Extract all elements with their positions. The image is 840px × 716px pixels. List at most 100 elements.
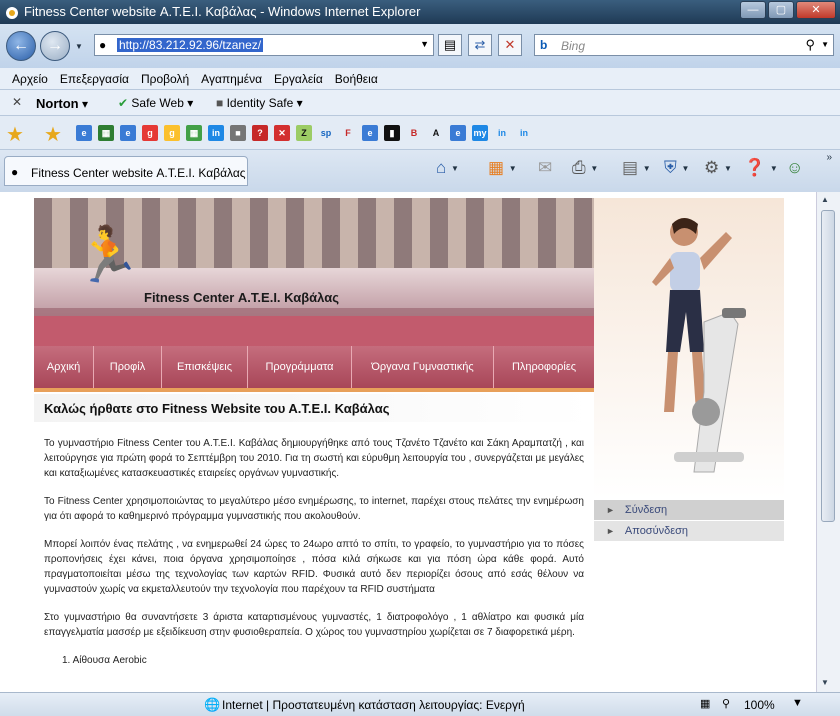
link-icon[interactable]: ✕ xyxy=(274,125,290,141)
feeds-button[interactable]: ▦ ▼ xyxy=(488,158,517,182)
menu-bar: Αρχείο Επεξεργασία Προβολή Αγαπημένα Εργ… xyxy=(0,68,840,90)
maximize-button[interactable]: ▢ xyxy=(768,1,794,19)
dropdown-icon: ▼ xyxy=(508,164,517,174)
scroll-down-icon[interactable]: ▼ xyxy=(821,678,829,687)
ie-link-icon[interactable]: e xyxy=(450,125,466,141)
page-favicon-icon: ● xyxy=(99,38,107,52)
header-band xyxy=(34,316,594,346)
browser-window: Fitness Center website Α.Τ.Ε.Ι. Καβάλας … xyxy=(0,0,840,716)
minimize-button[interactable]: — xyxy=(740,1,766,19)
google-link-icon[interactable]: g xyxy=(142,125,158,141)
search-box[interactable]: b Bing ⚲ ▼ xyxy=(534,34,834,56)
side-menu: ► Σύνδεση ► Αποσύνδεση xyxy=(594,500,784,542)
login-link[interactable]: ► Σύνδεση xyxy=(594,500,784,520)
refresh-button[interactable]: ⇄ xyxy=(468,34,492,56)
forward-button[interactable]: → xyxy=(40,31,70,61)
link-icon[interactable]: ? xyxy=(252,125,268,141)
ie-link-icon[interactable]: e xyxy=(362,125,378,141)
nav-visits[interactable]: Επισκέψεις xyxy=(162,346,248,388)
norton-menu[interactable]: Norton ▾ xyxy=(36,96,88,111)
address-bar[interactable]: ● http://83.212.92.96/tzanez/ ▼ xyxy=(94,34,434,56)
login-label: Σύνδεση xyxy=(624,504,668,516)
favorites-star-icon[interactable]: ★ xyxy=(6,122,24,147)
link-icon[interactable]: ▮ xyxy=(384,125,400,141)
safe-web-menu[interactable]: ✔ Safe Web ▾ xyxy=(118,96,193,110)
identity-safe-label: Identity Safe xyxy=(226,96,294,110)
help-button[interactable]: ❓ ▼ xyxy=(744,158,778,182)
safety-button[interactable]: ⛨ ▼ xyxy=(664,158,689,182)
nav-info[interactable]: Πληροφορίες xyxy=(494,346,594,388)
ie-link-icon[interactable]: e xyxy=(76,125,92,141)
search-dropdown-icon[interactable]: ▼ xyxy=(821,40,829,49)
vertical-scrollbar[interactable]: ▲ ▼ xyxy=(816,192,840,692)
link-icon[interactable]: ■ xyxy=(230,125,246,141)
history-dropdown-icon[interactable]: ▼ xyxy=(75,42,83,51)
tools-button[interactable]: ⚙ ▼ xyxy=(704,158,732,182)
mail-icon: ✉ xyxy=(538,158,553,177)
compatibility-view-button[interactable]: ▤ xyxy=(438,34,462,56)
logout-link[interactable]: ► Αποσύνδεση xyxy=(594,521,784,541)
nav-home[interactable]: Αρχική xyxy=(34,346,94,388)
mail-button[interactable]: ✉ xyxy=(538,158,552,182)
close-button[interactable]: ✕ xyxy=(796,1,836,19)
nav-equipment[interactable]: Όργανα Γυμναστικής xyxy=(352,346,494,388)
dropdown-icon[interactable]: ▼ xyxy=(792,697,803,709)
my-link-icon[interactable]: my xyxy=(472,125,488,141)
zoom-level[interactable]: 100% xyxy=(744,698,775,712)
page-button[interactable]: ▤ ▼ xyxy=(622,158,651,182)
dropdown-icon: ▼ xyxy=(769,164,778,174)
protected-mode-icon[interactable]: ▦ xyxy=(700,697,710,710)
close-toolbar-icon[interactable]: ✕ xyxy=(12,95,22,109)
zoom-icon[interactable]: ⚲ xyxy=(722,697,730,710)
home-icon: ⌂ xyxy=(436,158,447,177)
google-link-icon[interactable]: g xyxy=(164,125,180,141)
link-icon[interactable]: B xyxy=(406,125,422,141)
menu-favorites[interactable]: Αγαπημένα xyxy=(195,68,268,89)
runner-logo-icon: 🏃 xyxy=(74,225,142,285)
link-icon[interactable]: ▦ xyxy=(98,125,114,141)
nav-profile[interactable]: Προφίλ xyxy=(94,346,162,388)
window-title: Fitness Center website Α.Τ.Ε.Ι. Καβάλας … xyxy=(24,4,421,19)
dropdown-icon: ▼ xyxy=(451,164,459,174)
welcome-title: Καλώς ήρθατε στο Fitness Website του Α.Τ… xyxy=(44,401,390,416)
in-link-icon[interactable]: in xyxy=(494,125,510,141)
identity-safe-menu[interactable]: ■ Identity Safe ▾ xyxy=(216,96,303,110)
menu-edit[interactable]: Επεξεργασία xyxy=(54,68,135,89)
url-text[interactable]: http://83.212.92.96/tzanez/ xyxy=(117,38,264,52)
menu-view[interactable]: Προβολή xyxy=(135,68,195,89)
windows-link-icon[interactable]: ▦ xyxy=(186,125,202,141)
link-icon[interactable]: Z xyxy=(296,125,312,141)
norton-toolbar: ✕ Norton ▾ ✔ Safe Web ▾ ■ Identity Safe … xyxy=(0,90,840,116)
nav-programs[interactable]: Προγράμματα xyxy=(248,346,352,388)
sp-link-icon[interactable]: sp xyxy=(318,125,334,141)
tab-active[interactable]: ● Fitness Center website Α.Τ.Ε.Ι. Καβάλα… xyxy=(4,156,248,186)
bing-logo-icon: b xyxy=(540,38,548,52)
home-button[interactable]: ⌂ ▼ xyxy=(436,158,459,182)
chevron-more-icon[interactable]: » xyxy=(826,152,832,163)
scroll-thumb[interactable] xyxy=(821,210,835,522)
in-link-icon[interactable]: in xyxy=(208,125,224,141)
fitness-model-image xyxy=(652,218,746,473)
dropdown-icon: ▼ xyxy=(723,164,732,174)
scroll-up-icon[interactable]: ▲ xyxy=(821,195,829,204)
print-button[interactable]: ⎙ ▼ xyxy=(572,158,598,182)
stop-button[interactable]: ✕ xyxy=(498,34,522,56)
add-favorite-icon[interactable]: ★ xyxy=(44,122,62,147)
messenger-button[interactable]: ☺ xyxy=(786,158,803,182)
search-placeholder: Bing xyxy=(561,39,586,53)
search-icon[interactable]: ⚲ xyxy=(805,37,815,53)
ie-link-icon[interactable]: e xyxy=(120,125,136,141)
nav-underline xyxy=(34,388,594,392)
link-icon[interactable]: F xyxy=(340,125,356,141)
menu-file[interactable]: Αρχείο xyxy=(6,68,54,89)
link-icon[interactable]: A xyxy=(428,125,444,141)
address-dropdown-icon[interactable]: ▼ xyxy=(420,39,429,49)
back-button[interactable]: ← xyxy=(6,31,36,61)
in-link-icon[interactable]: in xyxy=(516,125,532,141)
menu-tools[interactable]: Εργαλεία xyxy=(268,68,329,89)
title-bar: Fitness Center website Α.Τ.Ε.Ι. Καβάλας … xyxy=(0,0,840,24)
menu-help[interactable]: Βοήθεια xyxy=(329,68,384,89)
list-item: 1. Αίθουσα Aerobic xyxy=(62,655,147,666)
dropdown-icon: ▾ xyxy=(81,97,88,111)
site-favicon-icon xyxy=(6,7,18,19)
